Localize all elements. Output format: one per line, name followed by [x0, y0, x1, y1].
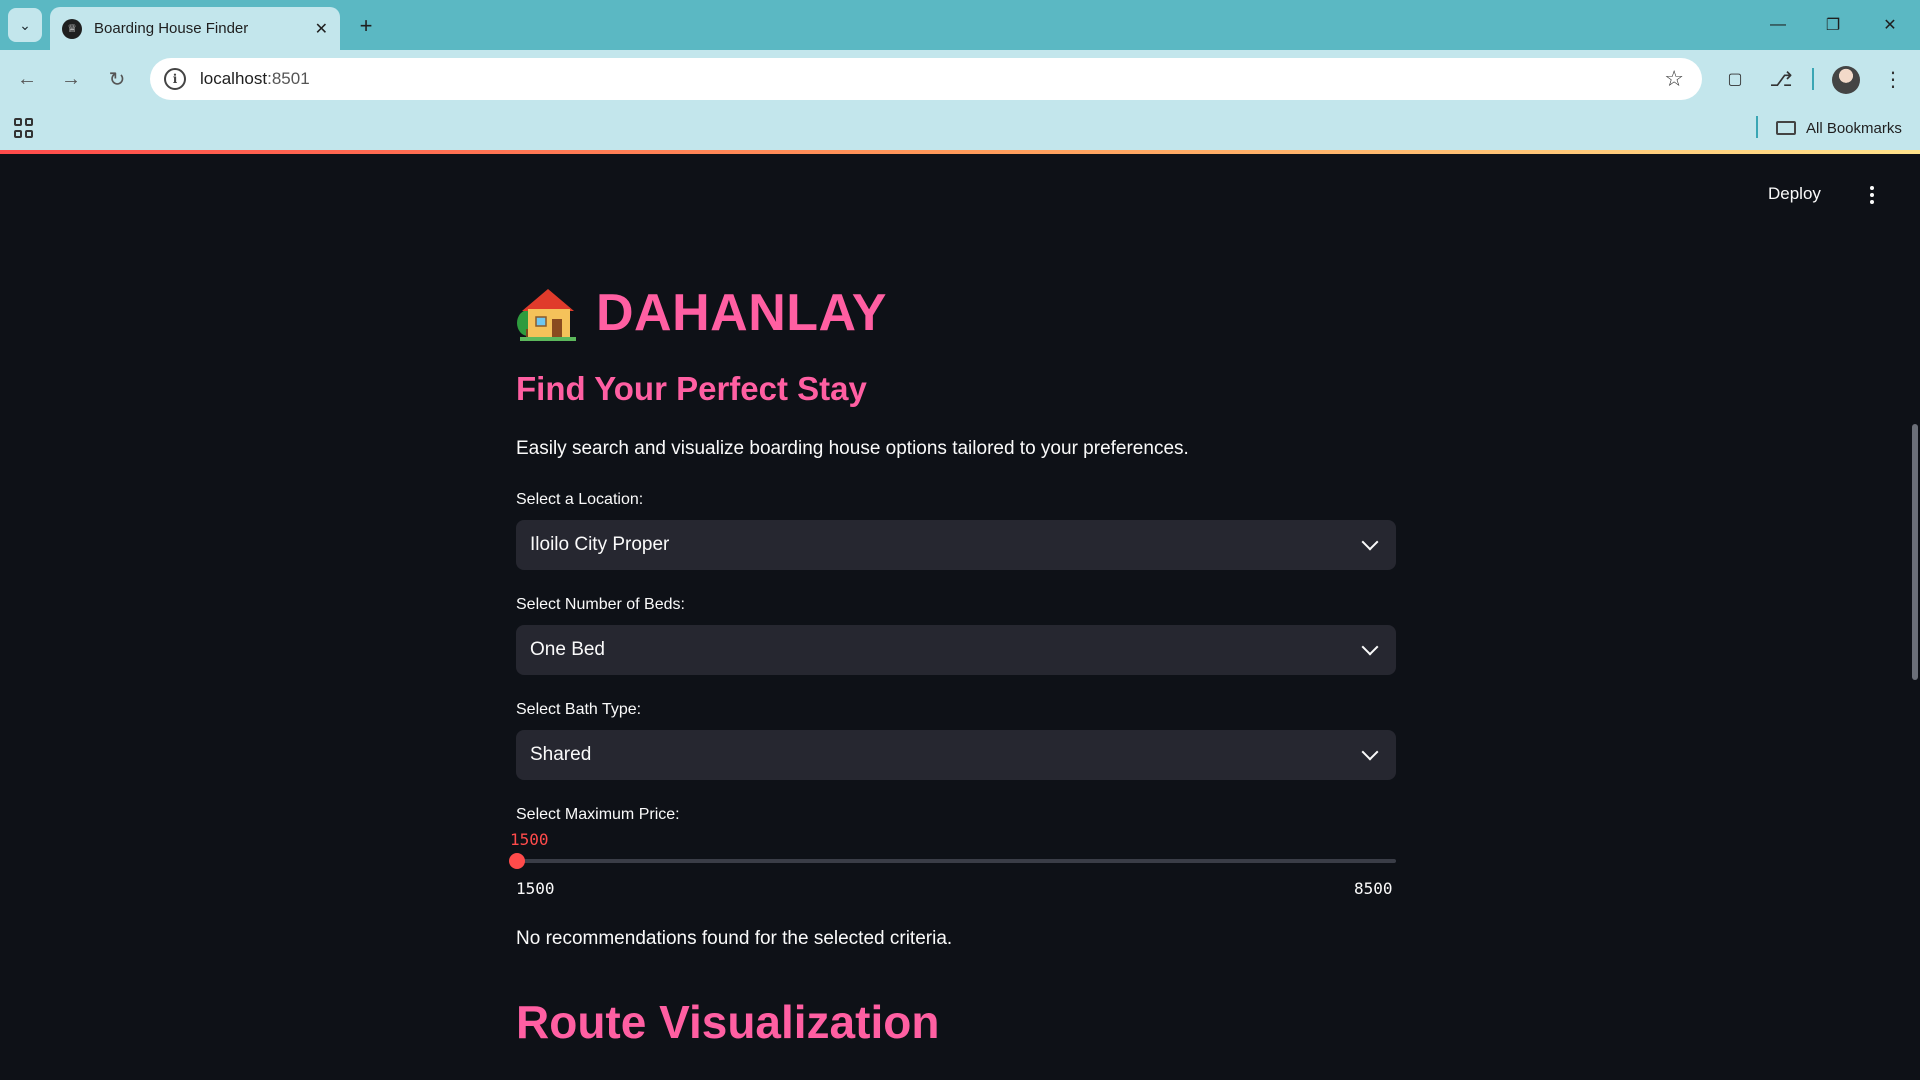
restore-button[interactable]: ❐ [1813, 10, 1853, 40]
app-main: Deploy DAHANLAY Find Your Perfect Stay E… [0, 154, 1920, 1080]
address-bar[interactable]: i localhost:8501 ☆ [150, 58, 1702, 100]
house-with-garden-icon [517, 289, 576, 341]
folder-icon [1776, 121, 1796, 135]
route-visualization-heading: Route Visualization [516, 996, 940, 1048]
beds-select[interactable]: One Bed [516, 625, 1396, 675]
bath-label: Select Bath Type: [516, 701, 642, 718]
bath-select[interactable]: Shared [516, 730, 1396, 780]
subheading: Find Your Perfect Stay [516, 370, 867, 407]
chevron-down-icon [1361, 638, 1379, 656]
forward-button[interactable]: → [56, 64, 86, 94]
price-slider-track[interactable] [516, 859, 1396, 863]
all-bookmarks-button[interactable]: All Bookmarks [1776, 116, 1902, 140]
main-menu-icon[interactable] [1862, 180, 1882, 210]
scrollbar-thumb[interactable] [1912, 424, 1918, 680]
beds-value: One Bed [530, 639, 605, 660]
deploy-button[interactable]: Deploy [1768, 184, 1821, 204]
beds-label: Select Number of Beds: [516, 596, 685, 613]
browser-tab-strip: ⌄ ♕ Boarding House Finder ✕ + — ❐ ✕ [0, 0, 1920, 50]
price-slider-thumb[interactable] [509, 853, 525, 869]
app-title: DAHANLAY [596, 284, 887, 342]
location-select[interactable]: Iloilo City Proper [516, 520, 1396, 570]
slider-current-value: 1500 [510, 830, 549, 849]
extensions-puzzle-icon[interactable]: ⎇ [1766, 64, 1796, 94]
bookmarks-bar: All Bookmarks [0, 108, 1920, 150]
url-text[interactable]: localhost:8501 [200, 69, 310, 89]
bath-value: Shared [530, 744, 592, 765]
minimize-button[interactable]: — [1758, 10, 1798, 40]
streamlit-favicon-icon: ♕ [62, 18, 82, 39]
close-window-button[interactable]: ✕ [1870, 10, 1910, 40]
chevron-down-icon: ⌄ [19, 16, 31, 33]
extension-box-icon[interactable]: ▢ [1720, 64, 1750, 94]
location-value: Iloilo City Proper [530, 534, 670, 555]
chevron-down-icon [1361, 533, 1379, 551]
browser-tab[interactable]: ♕ Boarding House Finder ✕ [50, 7, 340, 50]
reload-button[interactable]: ↻ [102, 64, 132, 94]
bookmark-star-icon[interactable]: ☆ [1664, 66, 1684, 92]
page-title: DAHANLAY [516, 278, 1396, 348]
slider-min-label: 1500 [516, 879, 555, 898]
close-tab-icon[interactable]: ✕ [315, 19, 328, 39]
back-button[interactable]: ← [12, 64, 42, 94]
chrome-menu-icon[interactable]: ⋮ [1878, 64, 1908, 94]
location-label: Select a Location: [516, 491, 644, 508]
browser-toolbar: ← → ↻ i localhost:8501 ☆ ▢ ⎇ ⋮ [0, 50, 1920, 108]
site-info-icon[interactable]: i [164, 68, 186, 90]
tab-search-button[interactable]: ⌄ [8, 8, 42, 42]
price-label: Select Maximum Price: [516, 806, 680, 823]
intro-text: Easily search and visualize boarding hou… [516, 438, 1189, 459]
slider-max-label: 8500 [1354, 879, 1393, 898]
chevron-down-icon [1361, 743, 1379, 761]
apps-grid-icon[interactable] [14, 118, 34, 138]
new-tab-button[interactable]: + [352, 12, 380, 40]
profile-avatar[interactable] [1832, 66, 1860, 94]
no-results-message: No recommendations found for the selecte… [516, 928, 953, 949]
tab-title: Boarding House Finder [94, 20, 249, 37]
